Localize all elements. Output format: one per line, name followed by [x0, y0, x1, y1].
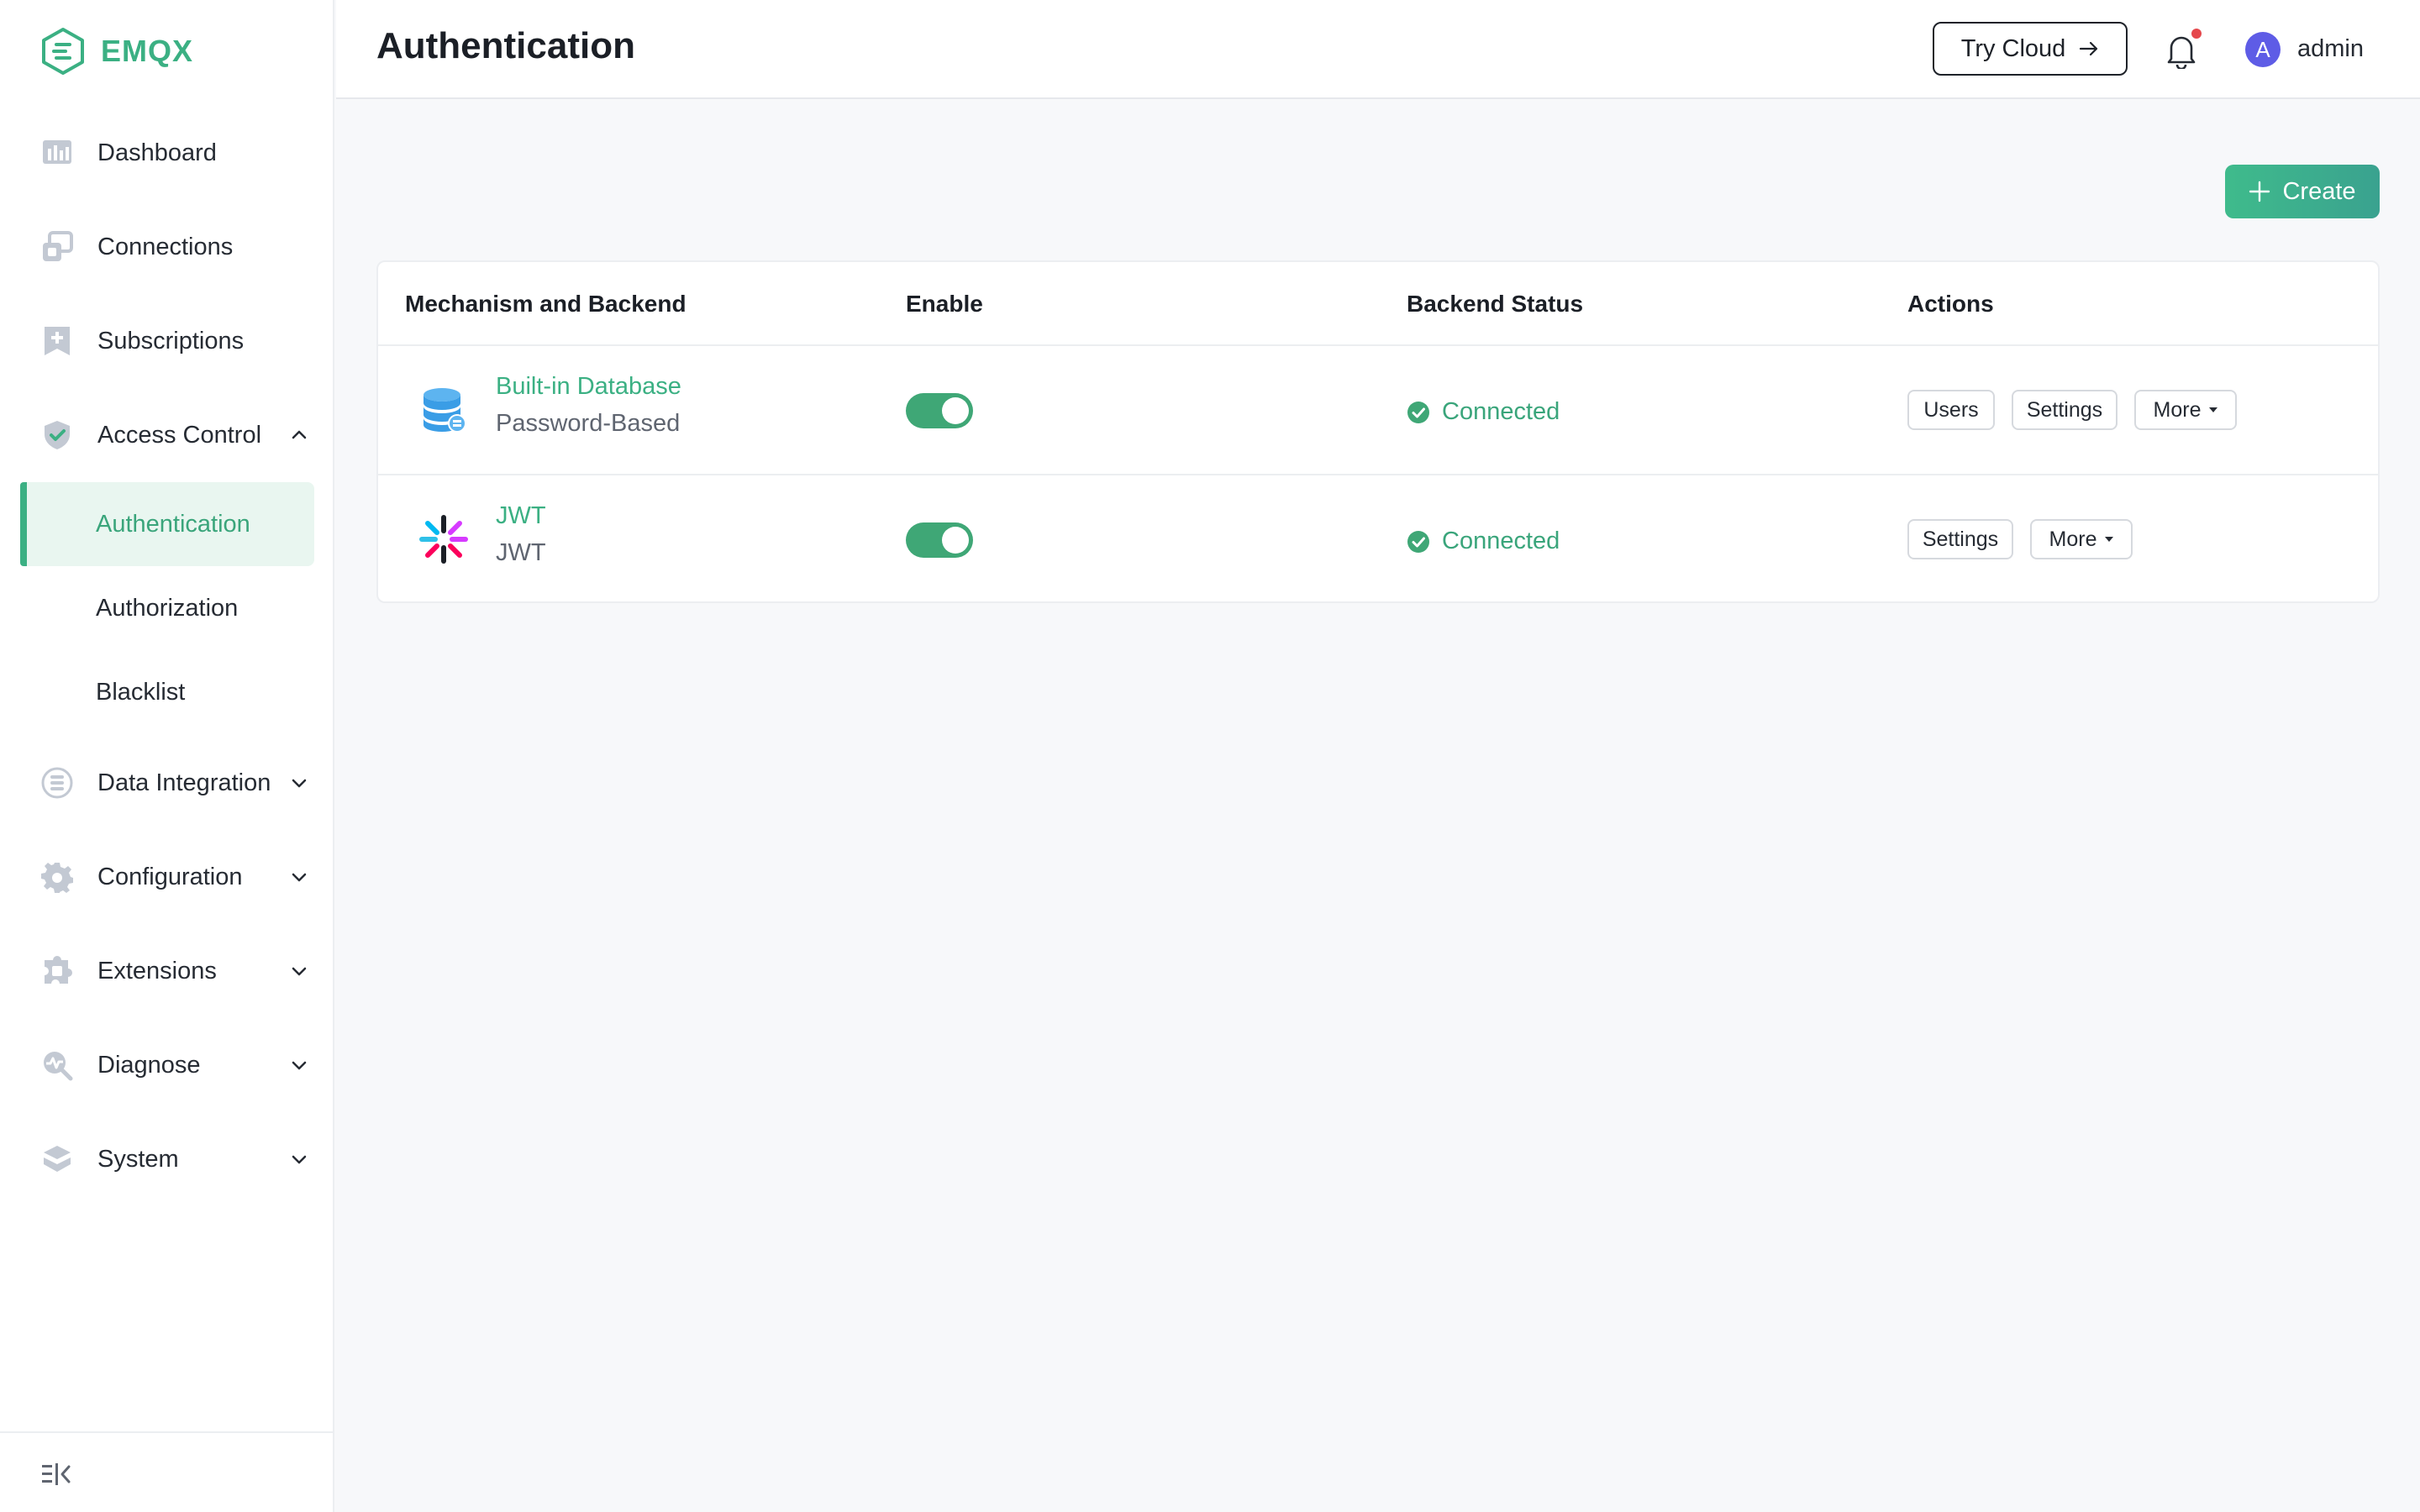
mechanism-name: Password-Based — [496, 410, 681, 437]
sidebar-item-configuration[interactable]: Configuration — [40, 852, 309, 902]
try-cloud-label: Try Cloud — [1960, 34, 2066, 62]
table-header: Mechanism and Backend Enable Backend Sta… — [378, 262, 2378, 346]
subscriptions-icon — [40, 324, 74, 358]
sidebar-item-extensions[interactable]: Extensions — [40, 946, 309, 996]
column-header-actions: Actions — [1907, 291, 1994, 317]
sidebar-item-dashboard[interactable]: Dashboard — [40, 128, 309, 178]
enable-toggle[interactable] — [906, 522, 973, 558]
sidebar-subitem-authentication[interactable]: Authentication — [20, 482, 314, 566]
notification-dot — [2191, 29, 2202, 39]
table-row: JWT JWT Connected Settings More — [378, 475, 2378, 605]
data-integration-icon — [40, 766, 74, 800]
sidebar-subitem-blacklist[interactable]: Blacklist — [20, 650, 314, 734]
sidebar-item-data-integration[interactable]: Data Integration — [40, 758, 309, 808]
sidebar-item-label: Connections — [97, 233, 234, 260]
users-label: Users — [1923, 397, 1979, 422]
settings-label: Settings — [2026, 397, 2103, 422]
diagnose-icon — [40, 1048, 74, 1082]
settings-button[interactable]: Settings — [2012, 390, 2118, 430]
sidebar-item-label: Extensions — [97, 957, 217, 984]
sidebar-item-label: Dashboard — [97, 139, 217, 166]
emqx-logo-icon — [42, 28, 84, 75]
arrow-right-icon — [2080, 41, 2098, 56]
more-label: More — [2049, 527, 2097, 551]
sidebar-item-subscriptions[interactable]: Subscriptions — [40, 316, 309, 366]
sidebar-item-label: Access Control — [97, 421, 262, 449]
settings-label: Settings — [1922, 527, 1999, 551]
column-header-backend-status: Backend Status — [1407, 291, 1584, 317]
sidebar-item-access-control[interactable]: Access Control — [40, 410, 309, 460]
caret-down-icon — [2209, 407, 2218, 412]
try-cloud-button[interactable]: Try Cloud — [1933, 22, 2128, 76]
check-circle-icon — [1407, 401, 1429, 423]
username[interactable]: admin — [2297, 35, 2364, 63]
status-text: Connected — [1442, 398, 1560, 425]
settings-button[interactable]: Settings — [1907, 519, 2013, 559]
puzzle-icon — [40, 954, 74, 988]
sidebar-subitem-label: Authorization — [96, 594, 239, 622]
chevron-down-icon — [289, 773, 309, 793]
top-header: Authentication Try Cloud A admin — [336, 0, 2420, 99]
shield-check-icon — [40, 418, 74, 452]
status-badge: Connected — [1407, 528, 1560, 555]
collapse-sidebar-icon[interactable] — [42, 1462, 72, 1487]
table-row: Built-in Database Password-Based Connect… — [378, 346, 2378, 475]
app-name: EMQX — [101, 34, 194, 68]
connections-icon — [40, 230, 74, 264]
column-header-enable: Enable — [906, 291, 983, 317]
database-icon — [418, 385, 469, 435]
sidebar-subitem-label: Authentication — [96, 510, 250, 538]
sidebar-item-diagnose[interactable]: Diagnose — [40, 1040, 309, 1090]
jwt-icon — [418, 514, 469, 564]
check-circle-icon — [1407, 530, 1429, 553]
toggle-knob — [942, 397, 969, 424]
caret-down-icon — [2105, 537, 2114, 542]
status-text: Connected — [1442, 528, 1560, 554]
sidebar-item-label: Subscriptions — [97, 327, 245, 354]
chevron-down-icon — [289, 867, 309, 887]
sidebar-subitem-authorization[interactable]: Authorization — [20, 566, 314, 650]
mechanism-name: JWT — [496, 539, 546, 566]
notifications-button[interactable] — [2165, 29, 2202, 69]
backend-name-link[interactable]: Built-in Database — [496, 373, 681, 401]
sidebar-item-label: Diagnose — [97, 1051, 201, 1079]
more-dropdown-button[interactable]: More — [2134, 390, 2237, 430]
chevron-down-icon — [289, 1055, 309, 1075]
chevron-down-icon — [289, 961, 309, 981]
create-button[interactable]: Create — [2225, 165, 2380, 218]
status-badge: Connected — [1407, 398, 1560, 426]
users-button[interactable]: Users — [1907, 390, 1995, 430]
sidebar-subitem-label: Blacklist — [96, 678, 186, 706]
logo[interactable]: EMQX — [40, 27, 193, 76]
chevron-up-icon — [289, 425, 309, 445]
avatar[interactable]: A — [2245, 32, 2281, 67]
sidebar-item-label: Configuration — [97, 863, 243, 890]
toggle-knob — [942, 527, 969, 554]
layers-icon — [40, 1142, 74, 1176]
more-dropdown-button[interactable]: More — [2030, 519, 2133, 559]
chevron-down-icon — [289, 1149, 309, 1169]
sidebar: EMQX Dashboard Connections Subscriptions… — [0, 0, 334, 1512]
gear-icon — [40, 860, 74, 894]
enable-toggle[interactable] — [906, 393, 973, 428]
authentication-table: Mechanism and Backend Enable Backend Sta… — [376, 260, 2380, 603]
page-title: Authentication — [376, 25, 635, 66]
create-label: Create — [2282, 177, 2356, 205]
sidebar-item-connections[interactable]: Connections — [40, 222, 309, 272]
sidebar-footer — [0, 1431, 334, 1512]
sidebar-item-system[interactable]: System — [40, 1134, 309, 1184]
sidebar-item-label: System — [97, 1145, 179, 1173]
sidebar-item-label: Data Integration — [97, 769, 271, 796]
more-label: More — [2153, 397, 2202, 422]
backend-name-link[interactable]: JWT — [496, 502, 546, 530]
plus-icon — [2249, 181, 2270, 202]
dashboard-icon — [40, 136, 74, 170]
column-header-mechanism: Mechanism and Backend — [405, 291, 687, 317]
